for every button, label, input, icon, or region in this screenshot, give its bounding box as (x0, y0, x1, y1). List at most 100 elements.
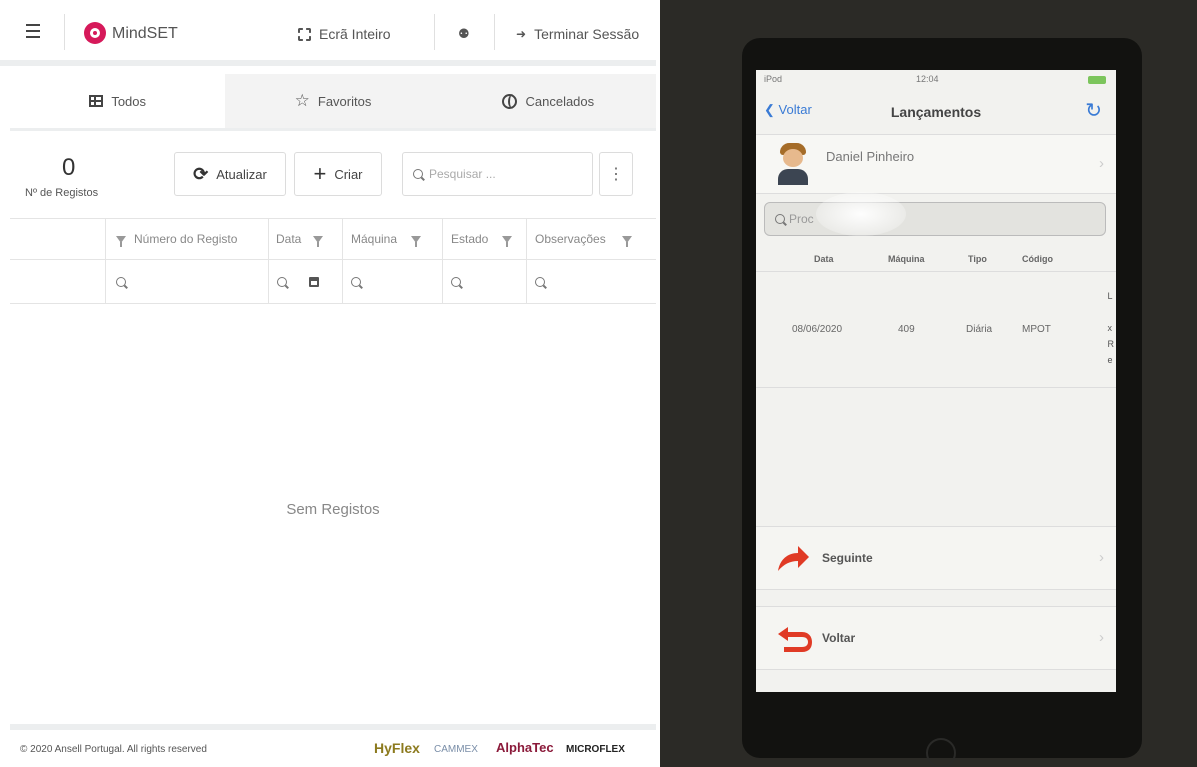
chevron-right-icon: › (1099, 549, 1104, 566)
back-action-button[interactable]: Voltar › (756, 606, 1116, 670)
search-icon (775, 214, 785, 224)
user-name: Daniel Pinheiro (826, 149, 915, 164)
refresh-button[interactable]: ⟳ Atualizar (174, 152, 286, 196)
next-button[interactable]: Seguinte › (756, 526, 1116, 590)
logout-icon: ➜ (516, 27, 527, 41)
fullscreen-button[interactable]: Ecrã Inteiro (298, 26, 391, 42)
home-button[interactable] (926, 738, 956, 767)
filter-icon (621, 235, 632, 247)
filter-icon (116, 235, 126, 247)
record-count: 0 (62, 154, 76, 181)
column-label: Tipo (968, 254, 987, 264)
refresh-icon[interactable]: ↻ (1085, 98, 1102, 123)
app-title: MindSET (112, 25, 178, 42)
tabs-underline (10, 128, 656, 131)
divider (494, 14, 495, 50)
phone-screen: iPod 12:04 ❮ Voltar Lançamentos ↻ Daniel… (756, 70, 1116, 692)
chevron-right-icon: › (1099, 629, 1104, 646)
divider (64, 14, 65, 50)
tab-label: Cancelados (525, 93, 595, 109)
column-label: Máquina (351, 232, 398, 246)
search-icon (351, 276, 361, 287)
column-header-estado[interactable]: Estado (442, 219, 526, 259)
column-label: Máquina (888, 254, 925, 264)
tab-label: Todos (111, 93, 147, 109)
more-options-button[interactable]: ⋮ (599, 152, 633, 196)
fullscreen-label: Ecrã Inteiro (319, 26, 391, 42)
user-row[interactable]: Daniel Pinheiro › (756, 134, 1116, 194)
top-bar: MindSET Ecrã Inteiro ⚉ ➜ Terminar Sessão (0, 0, 656, 66)
search-icon (277, 276, 287, 287)
phone-table-header: Data Máquina Tipo Código (756, 244, 1116, 272)
column-header-data[interactable]: Data (268, 219, 343, 259)
cell-tipo: Diária (966, 324, 993, 335)
filter-maquina[interactable] (342, 260, 442, 303)
chevron-right-icon: › (1099, 155, 1104, 172)
alphatec-logo: AlphaTec (496, 740, 554, 755)
column-label: Estado (451, 232, 489, 246)
next-label: Seguinte (822, 551, 873, 565)
filter-observacoes[interactable] (526, 260, 656, 303)
grid-filter-row (10, 260, 656, 304)
microflex-logo: MICROFLEX (566, 744, 625, 755)
plus-icon: + (313, 161, 327, 186)
nav-bar: ❮ Voltar Lançamentos ↻ (756, 90, 1116, 134)
users-button[interactable]: ⚉ (458, 26, 470, 42)
search-icon (116, 276, 126, 287)
column-header-observacoes[interactable]: Observações (526, 219, 656, 259)
tab-cancelados[interactable]: Cancelados (440, 74, 656, 128)
logout-button[interactable]: ➜ Terminar Sessão (516, 26, 639, 42)
hyflex-logo: HyFlex (374, 740, 420, 756)
search-icon (451, 276, 461, 287)
create-button[interactable]: + Criar (294, 152, 382, 196)
search-field[interactable] (402, 152, 593, 196)
cell-maquina: 409 (898, 324, 915, 335)
cancel-circle-icon (502, 93, 518, 109)
light-glare (816, 192, 906, 236)
column-label: Código (1022, 254, 1053, 264)
return-arrow-icon (778, 627, 812, 652)
star-icon: ☆ (294, 91, 310, 110)
logout-label: Terminar Sessão (534, 26, 640, 42)
battery-icon (1088, 76, 1106, 84)
empty-state: Sem Registos (286, 500, 380, 518)
menu-icon[interactable] (26, 24, 40, 38)
page-title: Lançamentos (890, 104, 982, 120)
copyright-text: © 2020 Ansell Portugal. All rights reser… (20, 744, 207, 755)
phone-photo: iPod 12:04 ❮ Voltar Lançamentos ↻ Daniel… (660, 0, 1197, 767)
forward-arrow-icon (778, 546, 809, 571)
mindset-app: MindSET Ecrã Inteiro ⚉ ➜ Terminar Sessão… (0, 0, 656, 767)
filter-icon (313, 235, 324, 247)
column-label: Observações (535, 232, 606, 246)
filter-data[interactable] (268, 260, 342, 303)
calendar-icon[interactable] (309, 276, 319, 287)
device-label: iPod (764, 74, 783, 84)
filter-tabs: Todos ☆ Favoritos Cancelados (10, 74, 656, 128)
filter-numero[interactable] (105, 260, 268, 303)
search-input[interactable] (429, 167, 579, 181)
footer-divider (10, 724, 656, 730)
grid-icon (89, 95, 104, 107)
users-icon: ⚉ (458, 26, 470, 41)
tab-favoritos[interactable]: ☆ Favoritos (225, 74, 441, 128)
record-count-label: Nº de Registos (25, 187, 99, 199)
tab-label: Favoritos (317, 93, 372, 109)
refresh-label: Atualizar (216, 166, 267, 182)
filter-estado[interactable] (442, 260, 526, 303)
status-bar: iPod 12:04 (756, 70, 1116, 90)
column-header-numero[interactable]: Número do Registo (105, 219, 275, 259)
clock: 12:04 (916, 74, 939, 84)
cell-data: 08/06/2020 (792, 324, 843, 335)
tab-todos[interactable]: Todos (10, 74, 226, 128)
grid-header: Número do Registo Data Máquina Estado Ob… (10, 218, 656, 260)
table-row[interactable]: 08/06/2020 409 Diária MPOT LxRe (756, 272, 1116, 388)
column-label: Data (276, 232, 302, 246)
divider (434, 14, 435, 50)
fullscreen-icon (298, 27, 311, 41)
column-label: Data (814, 254, 834, 264)
phone-search-field[interactable]: Proc (764, 202, 1106, 236)
filter-icon (502, 235, 513, 247)
filter-icon (411, 235, 422, 247)
column-header-maquina[interactable]: Máquina (342, 219, 442, 259)
search-icon (535, 276, 545, 287)
